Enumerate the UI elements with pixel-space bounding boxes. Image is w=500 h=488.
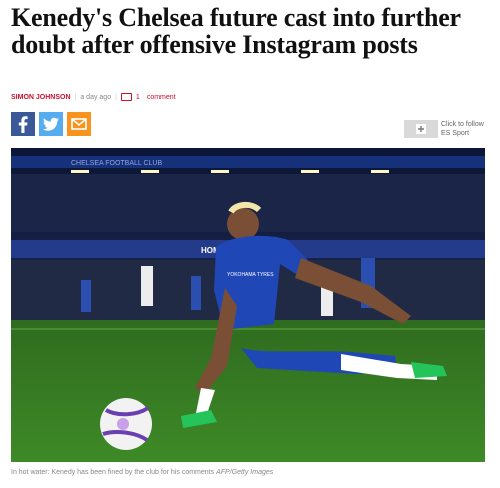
football	[100, 398, 152, 450]
follow-label: Click to follow ES Sport	[441, 120, 500, 138]
author-link[interactable]: SIMON JOHNSON	[11, 94, 71, 101]
twitter-share-button[interactable]	[39, 112, 63, 136]
facebook-icon	[18, 116, 28, 133]
byline-divider: |	[74, 93, 77, 101]
comment-icon[interactable]	[120, 93, 132, 101]
comment-count[interactable]: 1	[136, 94, 140, 101]
email-share-button[interactable]	[67, 112, 91, 136]
follow-line-2: ES Sport	[441, 130, 470, 137]
photo-caption: In hot water: Kenedy has been fined by t…	[11, 469, 273, 476]
football-match-illustration: CHELSEA FOOTBALL CLUB HOME YOKOHAMA TYRE…	[11, 148, 485, 462]
follow-line-1: Click to follow	[441, 121, 484, 128]
byline-divider: |	[115, 93, 117, 101]
share-bar	[11, 112, 91, 136]
follow-button[interactable]	[404, 120, 438, 138]
photo-credit: AFP/Getty Images	[216, 469, 274, 476]
article-photo: CHELSEA FOOTBALL CLUB HOME YOKOHAMA TYRE…	[11, 148, 485, 462]
follow-plus-icon	[416, 124, 426, 134]
publish-time: a day ago	[80, 93, 112, 101]
pitch	[11, 320, 485, 462]
shirt-sponsor: YOKOHAMA TYRES	[227, 272, 274, 278]
email-icon	[71, 118, 87, 130]
twitter-icon	[43, 117, 59, 131]
stand-banner-text: CHELSEA FOOTBALL CLUB	[71, 160, 162, 167]
byline: SIMON JOHNSON | a day ago | 1 comment	[11, 93, 176, 101]
facebook-share-button[interactable]	[11, 112, 35, 136]
comment-link[interactable]: comment	[147, 94, 176, 101]
pitch-stripe	[11, 328, 485, 330]
caption-text: In hot water: Kenedy has been fined by t…	[11, 469, 215, 476]
article-headline: Kenedy's Chelsea future cast into furthe…	[11, 3, 461, 59]
